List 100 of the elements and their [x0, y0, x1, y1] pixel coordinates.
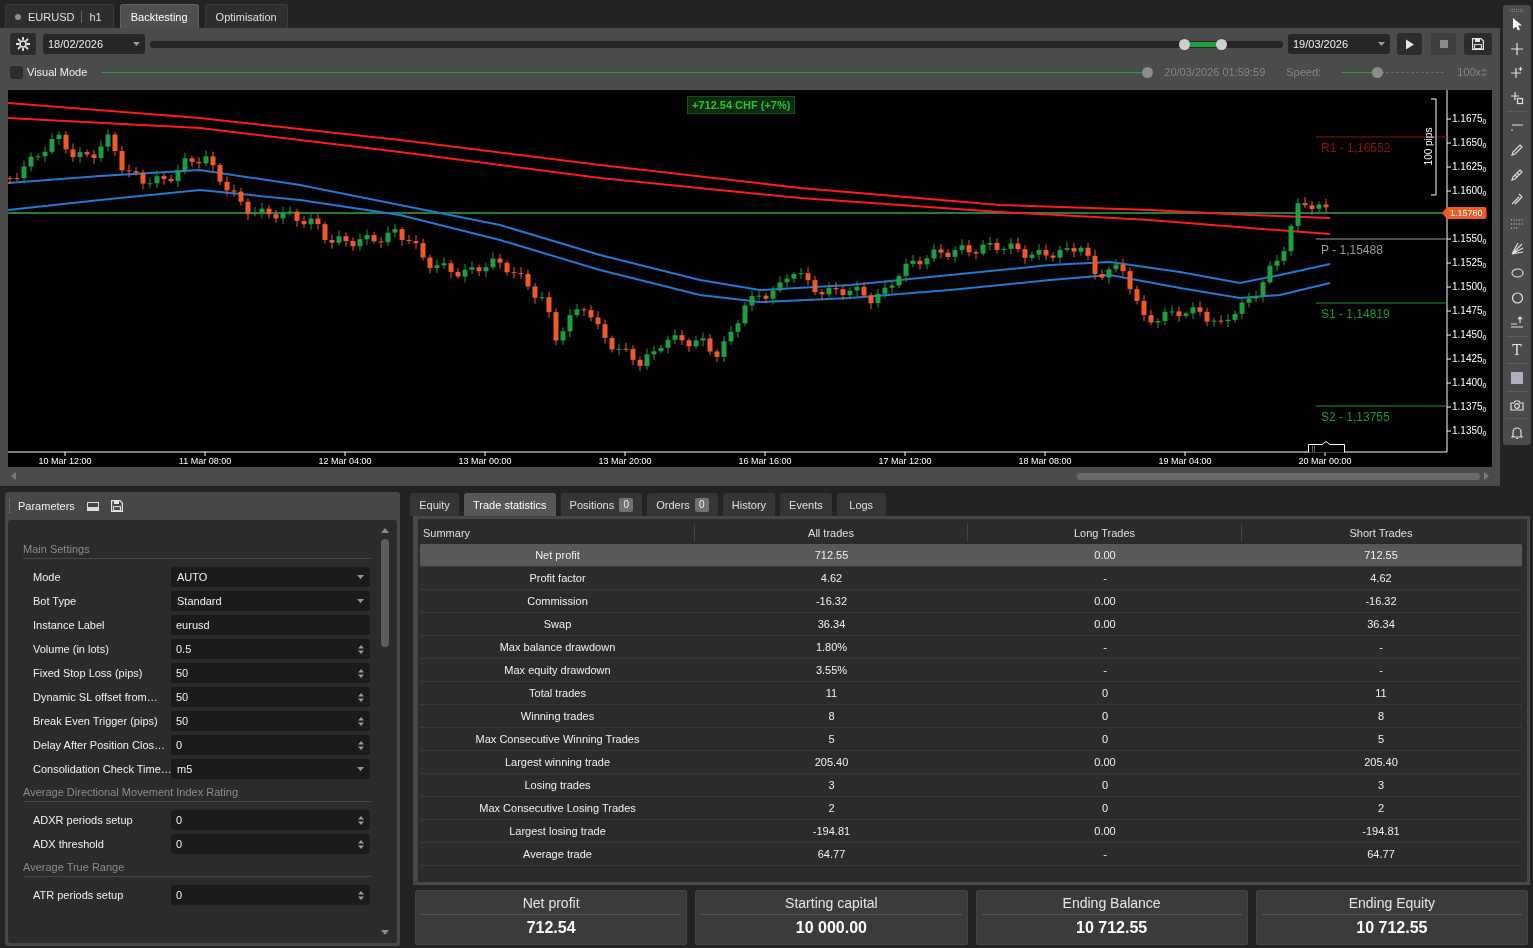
statistic-label: Winning trades — [520, 710, 595, 722]
scrollbar-thumb[interactable] — [381, 539, 389, 647]
parameter-label: Fixed Stop Loss (pips) — [33, 667, 144, 679]
statistic-label: Largest losing trade — [509, 825, 606, 837]
grip-icon — [8, 498, 11, 514]
save-button[interactable] — [1464, 33, 1492, 55]
current-price-tag: 1.15760 — [1442, 207, 1487, 219]
table-row[interactable]: Largest winning trade 205.40 0.00 205.40 — [420, 751, 1522, 774]
dotted-lines-icon[interactable] — [1510, 217, 1524, 231]
date-range-slider[interactable] — [150, 40, 1283, 48]
input-field[interactable]: eurusd — [171, 615, 370, 635]
parameter-label: Dynamic SL offset from… — [33, 691, 159, 703]
slider-handle[interactable] — [1215, 38, 1227, 50]
number-field[interactable]: 0 — [171, 810, 370, 830]
price-axis-label: 1.1525$_{0}$ — [1452, 257, 1487, 269]
number-field[interactable]: 0.5 — [171, 639, 370, 659]
square-icon[interactable] — [1510, 370, 1524, 385]
number-field[interactable]: 50 — [171, 687, 370, 707]
slider-handle[interactable] — [1371, 66, 1383, 78]
text-tool-button[interactable]: T — [1512, 337, 1522, 363]
table-row[interactable]: Losing trades 3 0 3 — [420, 774, 1522, 797]
hatched-pencil-icon[interactable] — [1510, 167, 1524, 182]
table-row[interactable]: Winning trades 8 0 8 — [420, 705, 1522, 728]
tab[interactable]: Events — [780, 493, 832, 516]
tab[interactable]: Logs — [836, 493, 886, 516]
tab[interactable]: Positions 0 — [560, 493, 643, 516]
parallel-lines-icon[interactable] — [1510, 192, 1524, 207]
table-row[interactable]: Commission -16.32 0.00 -16.32 — [420, 590, 1522, 613]
table-row[interactable]: Profit factor 4.62 - 4.62 — [420, 567, 1522, 590]
statistic-value: 0.00 — [1094, 825, 1116, 837]
dropdown[interactable]: m5 — [171, 759, 370, 779]
cursor-icon[interactable] — [1510, 17, 1524, 32]
tab[interactable]: Trade statistics — [464, 493, 556, 516]
ellipse-icon[interactable] — [1510, 266, 1524, 281]
symbol-tab[interactable]: EURUSD h1 — [5, 4, 114, 28]
date-field[interactable]: 19/03/2026 — [1288, 34, 1390, 54]
visual-mode-checkbox[interactable] — [10, 65, 23, 79]
circle-icon[interactable] — [1510, 290, 1524, 305]
number-field[interactable]: 50 — [171, 663, 370, 683]
dropdown[interactable]: Standard — [171, 591, 370, 611]
time-axis-label: 13 Mar 20:00 — [598, 456, 652, 467]
number-field[interactable]: 0 — [171, 885, 370, 905]
table-row[interactable]: Max Consecutive Winning Trades 5 0 5 — [420, 728, 1522, 751]
spinner-arrows-icon — [358, 815, 364, 825]
statistic-value: 0 — [1101, 779, 1109, 791]
table-row[interactable]: Max Consecutive Losing Trades 2 0 2 — [420, 797, 1522, 820]
play-button[interactable] — [1397, 33, 1422, 55]
statistic-label: Largest winning trade — [504, 756, 611, 768]
camera-icon[interactable] — [1510, 398, 1524, 413]
time-axis-label: 20 Mar 00:00 — [1298, 456, 1352, 467]
timestamp-text: 20/03/2026 01:59:59 — [1164, 66, 1266, 78]
window-icon[interactable] — [86, 500, 99, 512]
card-value: 10 712.55 — [1076, 918, 1148, 937]
scrollbar-thumb[interactable] — [1077, 472, 1480, 480]
date-field[interactable]: 18/02/2026 — [43, 34, 145, 54]
tab[interactable]: Backtesting — [119, 4, 199, 28]
statistic-value: 2 — [828, 802, 835, 814]
settings-button[interactable] — [10, 33, 36, 55]
statistic-label: Swap — [543, 618, 572, 630]
table-row[interactable]: Max equity drawdown 3.55% - - — [420, 659, 1522, 682]
status-dot-icon — [15, 13, 21, 20]
table-row[interactable]: Average trade 64.77 - 64.77 — [420, 843, 1522, 866]
fan-lines-icon[interactable] — [1510, 241, 1524, 256]
statistic-label: Max Consecutive Losing Trades — [479, 802, 636, 814]
number-field[interactable]: 50 — [171, 711, 370, 731]
slider-handle[interactable] — [1142, 66, 1154, 78]
tab[interactable]: Orders 0 — [647, 493, 718, 516]
vertical-scrollbar[interactable] — [380, 528, 390, 935]
bell-icon[interactable] — [1510, 425, 1524, 440]
dropdown[interactable]: AUTO — [171, 567, 370, 587]
tab[interactable]: Optimisation — [204, 4, 288, 28]
slider-handle[interactable] — [1179, 38, 1191, 50]
crosshair-plus-icon[interactable] — [1510, 66, 1524, 81]
time-axis-label: 11 Mar 08:00 — [178, 456, 232, 467]
table-row[interactable]: Net profit 712.55 0.00 712.55 — [420, 544, 1522, 567]
parameter-label: Break Even Trigger (pips) — [33, 715, 159, 727]
statistic-value: - — [1103, 572, 1107, 584]
table-row[interactable]: Largest losing trade -194.81 0.00 -194.81 — [420, 820, 1522, 843]
lines-arrow-icon[interactable] — [1510, 315, 1524, 330]
save-icon[interactable] — [110, 500, 123, 512]
tab[interactable]: History — [722, 493, 776, 516]
tab[interactable]: Equity — [410, 493, 459, 516]
price-axis-label: 1.1425$_{0}$ — [1452, 353, 1487, 365]
number-field[interactable]: 0 — [171, 735, 370, 755]
statistic-value: -194.81 — [812, 825, 851, 837]
statistic-value: 0.00 — [1094, 618, 1116, 630]
table-row[interactable]: Total trades 11 0 11 — [420, 682, 1522, 705]
parameter-label: Delay After Position Clos… — [33, 739, 167, 751]
spinner-arrows-icon — [358, 716, 364, 726]
number-field[interactable]: 0 — [171, 834, 370, 854]
crosshair-square-icon[interactable] — [1510, 91, 1524, 106]
table-row[interactable]: Swap 36.34 0.00 36.34 — [420, 613, 1522, 636]
statistic-value: 3 — [828, 779, 835, 791]
arrow-right-icon — [1484, 472, 1489, 480]
statistic-value: -16.32 — [1365, 595, 1397, 607]
price-axis-label: 1.1475$_{0}$ — [1452, 305, 1487, 317]
crosshair-icon[interactable] — [1510, 41, 1524, 56]
pencil-icon[interactable] — [1510, 143, 1524, 158]
settings-icon — [16, 37, 30, 51]
table-row[interactable]: Max balance drawdown 1.80% - - — [420, 636, 1522, 659]
